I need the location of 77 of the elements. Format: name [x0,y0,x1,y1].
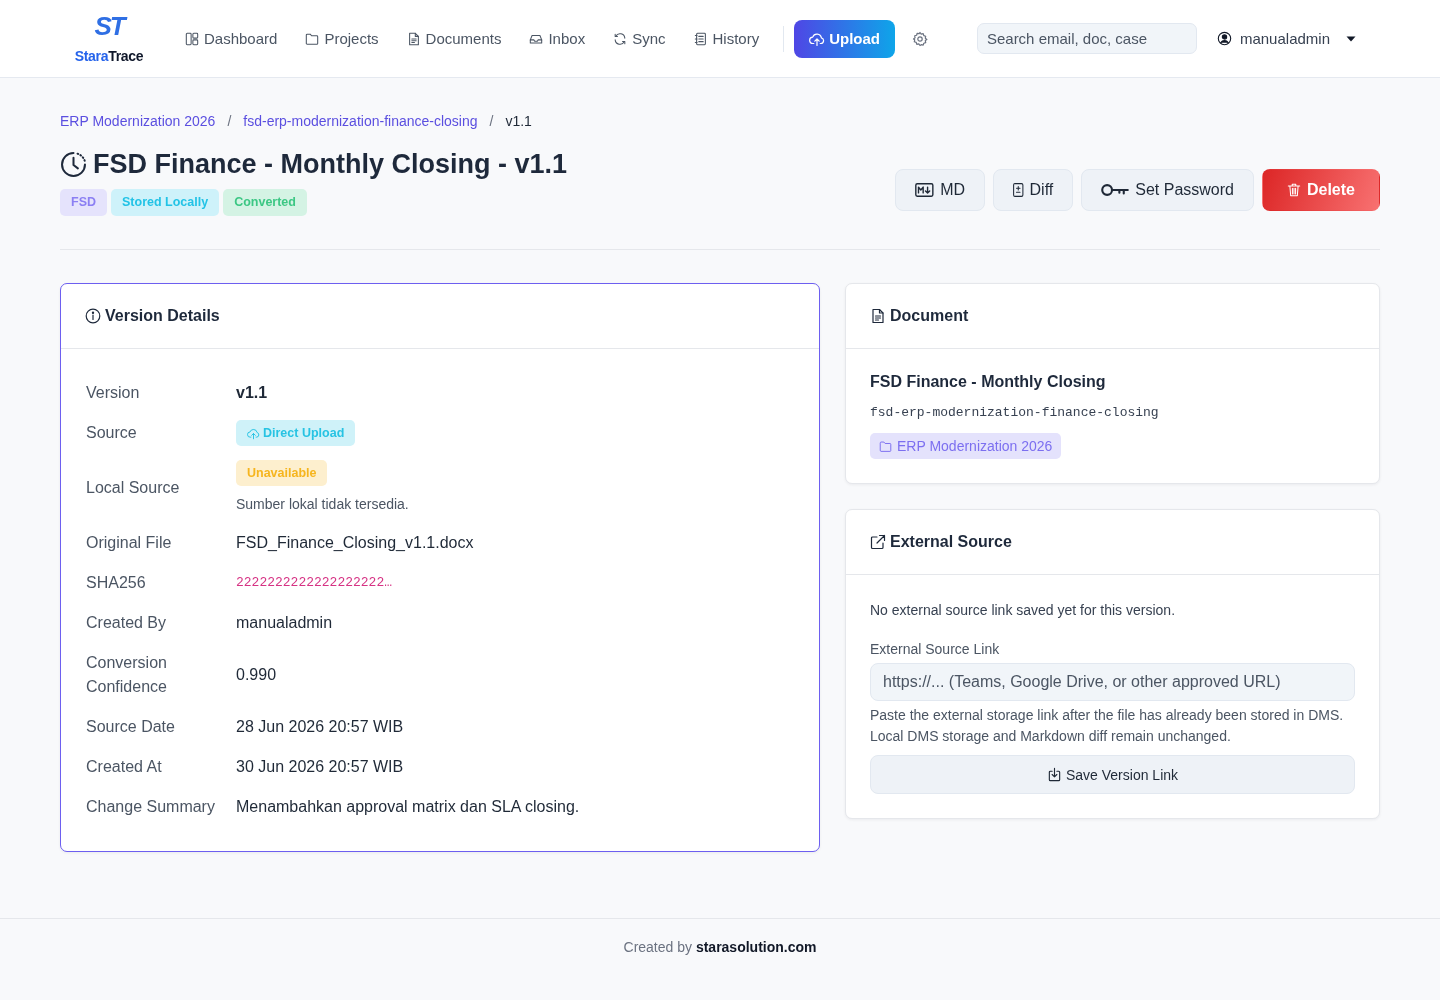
external-link-icon [870,534,886,550]
field-label: Source Date [86,717,176,737]
tag: FSD [60,189,107,216]
field-label: Change Summary [86,797,216,817]
key-icon [1101,183,1130,197]
caret-icon [1346,35,1356,42]
breadcrumb-current: v1.1 [505,112,532,130]
status-note: Sumber lokal tidak tersedia. [236,495,409,514]
breadcrumb-separator: / [489,112,494,130]
search-field[interactable]: Search email, doc, case [976,23,1197,54]
cloud-upload-icon [809,30,826,47]
document-icon [406,31,421,46]
field-value: 0.990 [236,665,277,685]
hash-value: 2222222222222222222… [236,574,393,592]
field-label: Created At [86,757,163,777]
layout-icon [185,31,199,46]
page-title: FSD Finance - Monthly Closing - v1.1 [93,148,568,181]
logo-mark[interactable]: ST [94,13,124,39]
settings-icon[interactable] [912,30,929,47]
field-value: manualadmin [236,613,333,633]
file-plus-minus-icon [1013,183,1024,197]
sync-icon [613,31,628,46]
breadcrumb-separator: / [227,112,232,130]
user-menu[interactable]: manualadmin [1216,30,1356,47]
field-label: Local Source [86,478,181,498]
action-button[interactable]: MD [895,169,986,211]
field-label: External Source Link [870,640,1001,659]
footer-credit: Created by starasolution.com [623,938,817,957]
help-text: Paste the external storage link after the file has already been stored in DMS. Local DMS storage and Markdown diff remain unchanged. [870,706,1345,746]
nav-link[interactable]: History [693,30,760,47]
nav-link[interactable]: Documents [406,30,502,47]
clock-icon [60,150,87,178]
info-icon [85,308,101,324]
tag: Stored Locally [111,189,220,216]
source-name: Direct Upload [263,425,345,442]
tag: Converted [223,189,307,216]
card-title: Document [890,307,969,325]
field-label: Conversion Confidence [86,653,168,697]
field-value: 28 Jun 2026 20:57 WIB [236,717,404,737]
field-label: Created By [86,613,168,633]
field-value: 30 Jun 2026 20:57 WIB [236,757,404,777]
document-icon [870,308,886,324]
field-label: Version [86,383,141,403]
nav-link[interactable]: Inbox [529,30,586,47]
markdown-icon [915,183,935,197]
link-input-field[interactable]: https://... (Teams, Google Drive, or other approved URL) [870,663,1355,701]
action-button[interactable]: Diff [993,169,1074,211]
card-title: Version Details [105,307,220,325]
field-label: Source [86,423,138,443]
brand-name[interactable]: StaraTrace [74,48,144,64]
field-value: Menambahkan approval matrix dan SLA closing. [236,797,580,817]
field-value: v1.1 [236,383,268,403]
journal-icon [693,31,708,46]
breadcrumb-link[interactable]: fsd-erp-modernization-finance-closing [243,112,478,130]
delete-button[interactable]: Delete [1261,169,1380,211]
document-slug: fsd-erp-modernization-finance-closing [870,404,1159,422]
document-name: FSD Finance - Monthly Closing [870,372,1106,392]
folder-icon [879,439,892,453]
field-label: SHA256 [86,573,147,593]
folder-icon [305,31,320,46]
avatar-icon [1216,31,1232,46]
action-button[interactable]: Set Password [1081,169,1254,211]
field-value: FSD_Finance_Closing_v1.1.docx [236,533,474,553]
cloud-upload-icon [247,426,260,440]
card-title: External Source [890,533,1012,551]
upload-button[interactable]: Upload [794,19,896,58]
empty-message: No external source link saved yet for this version. [870,601,1177,620]
save-link-button[interactable]: Save Version Link [870,755,1355,794]
nav-link[interactable]: Sync [613,30,666,47]
breadcrumb-link[interactable]: ERP Modernization 2026 [60,112,216,130]
download-icon [1046,767,1062,782]
nav-link[interactable]: Dashboard [185,30,278,47]
status-badge: Unavailable [236,460,328,486]
field-label: Original File [86,533,173,553]
nav-link[interactable]: Projects [305,30,379,47]
trash-icon [1286,183,1301,197]
project-name: ERP Modernization 2026 [897,438,1053,454]
